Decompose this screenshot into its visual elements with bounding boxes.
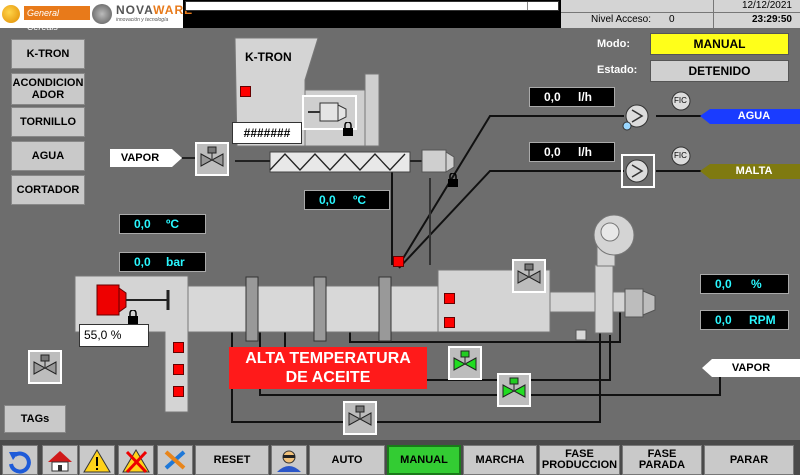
rpm-display: 0,0 RPM [700,310,789,330]
screw-temp-value: 0,0 [319,193,336,207]
manual-mode-button[interactable]: MANUAL [387,445,461,475]
back-button[interactable] [2,445,38,475]
temp-display: 0,0 ºC [119,214,206,234]
fase-parada-button[interactable]: FASE PARADA [622,445,702,475]
ktron-alarm-indicator [240,86,251,97]
malt-label: MALTA [735,165,773,177]
alarm-line-2: DE ACEITE [285,369,371,386]
ktron-display: ####### [232,122,302,144]
speed-percent-value: 55,0 [84,328,108,342]
parar-button[interactable]: PARAR [704,445,794,475]
warning-icon [83,449,111,473]
valve-open-icon [502,377,526,398]
alarm-reset-button[interactable] [118,445,154,475]
pressure-display: 0,0 bar [119,252,206,272]
conditioner-alarm-indicator-1 [444,293,455,304]
blower-percent-value: 0,0 [715,277,732,291]
blower-percent-display: 0,0% [700,274,789,294]
malt-pump-icon [621,154,655,188]
user-icon [277,450,301,472]
water-flow-display: 0,0 l/h [529,87,615,107]
conditioner-alarm-indicator-2 [444,317,455,328]
fic-malt-label: FIC [674,151,687,160]
chute-alarm-indicator-1 [173,342,184,353]
steam-top-label: VAPOR [120,152,160,164]
screw-temp-unit: ºC [353,193,367,207]
malt-flow-display: 0,0 l/h [529,142,615,162]
temp-alarm-indicator [393,256,404,267]
valve-open-icon [453,350,477,371]
screw-temp-display: 0,0 ºC [304,190,390,210]
fase-produccion-button[interactable]: FASE PRODUCCION [539,445,620,475]
pressure-unit: bar [166,255,185,269]
water-label: AGUA [737,110,771,122]
water-pump-icon [622,104,649,131]
lock-icon-screw [448,173,458,187]
pressure-value: 0,0 [134,255,151,269]
valve-icon [517,263,541,284]
alarm-banner: ALTA TEMPERATURA DE ACEITE [229,347,427,389]
speed-percent-unit: % [110,328,122,342]
temp-value: 0,0 [134,217,151,231]
reset-button[interactable]: RESET [195,445,269,475]
alarm-line-1: ALTA TEMPERATURA [245,350,411,367]
home-icon [48,451,72,472]
maintenance-button[interactable] [157,445,193,475]
marcha-button[interactable]: MARCHA [463,445,537,475]
fic-water-label: FIC [674,96,687,105]
rpm-unit: RPM [749,313,776,327]
temp-unit: ºC [166,217,180,231]
lock-icon-motor [128,310,138,324]
steam-top-valve[interactable] [195,142,229,176]
conditioner-top-valve[interactable] [512,259,546,293]
chute-alarm-indicator-2 [173,364,184,375]
hmi-screen: General Cereals NOVAWARE innovación y te… [0,0,800,475]
green-valve-1[interactable] [448,346,482,380]
rpm-value: 0,0 [715,313,732,327]
lock-icon [343,122,353,136]
chute-alarm-indicator-3 [173,386,184,397]
back-arrow-icon [9,451,31,474]
malt-flow-unit: l/h [578,145,592,159]
valve-icon [33,354,57,375]
valve-icon [200,146,224,167]
auto-mode-button[interactable]: AUTO [309,445,385,475]
water-flow-unit: l/h [578,90,592,104]
blower-percent-unit: % [751,277,762,291]
bottom-valve[interactable] [343,401,377,435]
steam-bottom-label: VAPOR [731,362,771,374]
alarm-off-icon [122,449,150,474]
screw-conveyor [235,149,455,173]
home-button[interactable] [42,445,78,475]
green-valve-2[interactable] [497,373,531,407]
drain-valve[interactable] [28,350,62,384]
tools-icon [164,450,186,470]
speed-percent-display: 55,0 % [79,324,149,347]
alarms-button[interactable] [79,445,115,475]
malt-flow-value: 0,0 [544,145,561,159]
water-flow-value: 0,0 [544,90,561,104]
valve-icon [348,405,372,426]
user-button[interactable] [271,445,307,475]
ktron-label: K-TRON [245,50,292,64]
